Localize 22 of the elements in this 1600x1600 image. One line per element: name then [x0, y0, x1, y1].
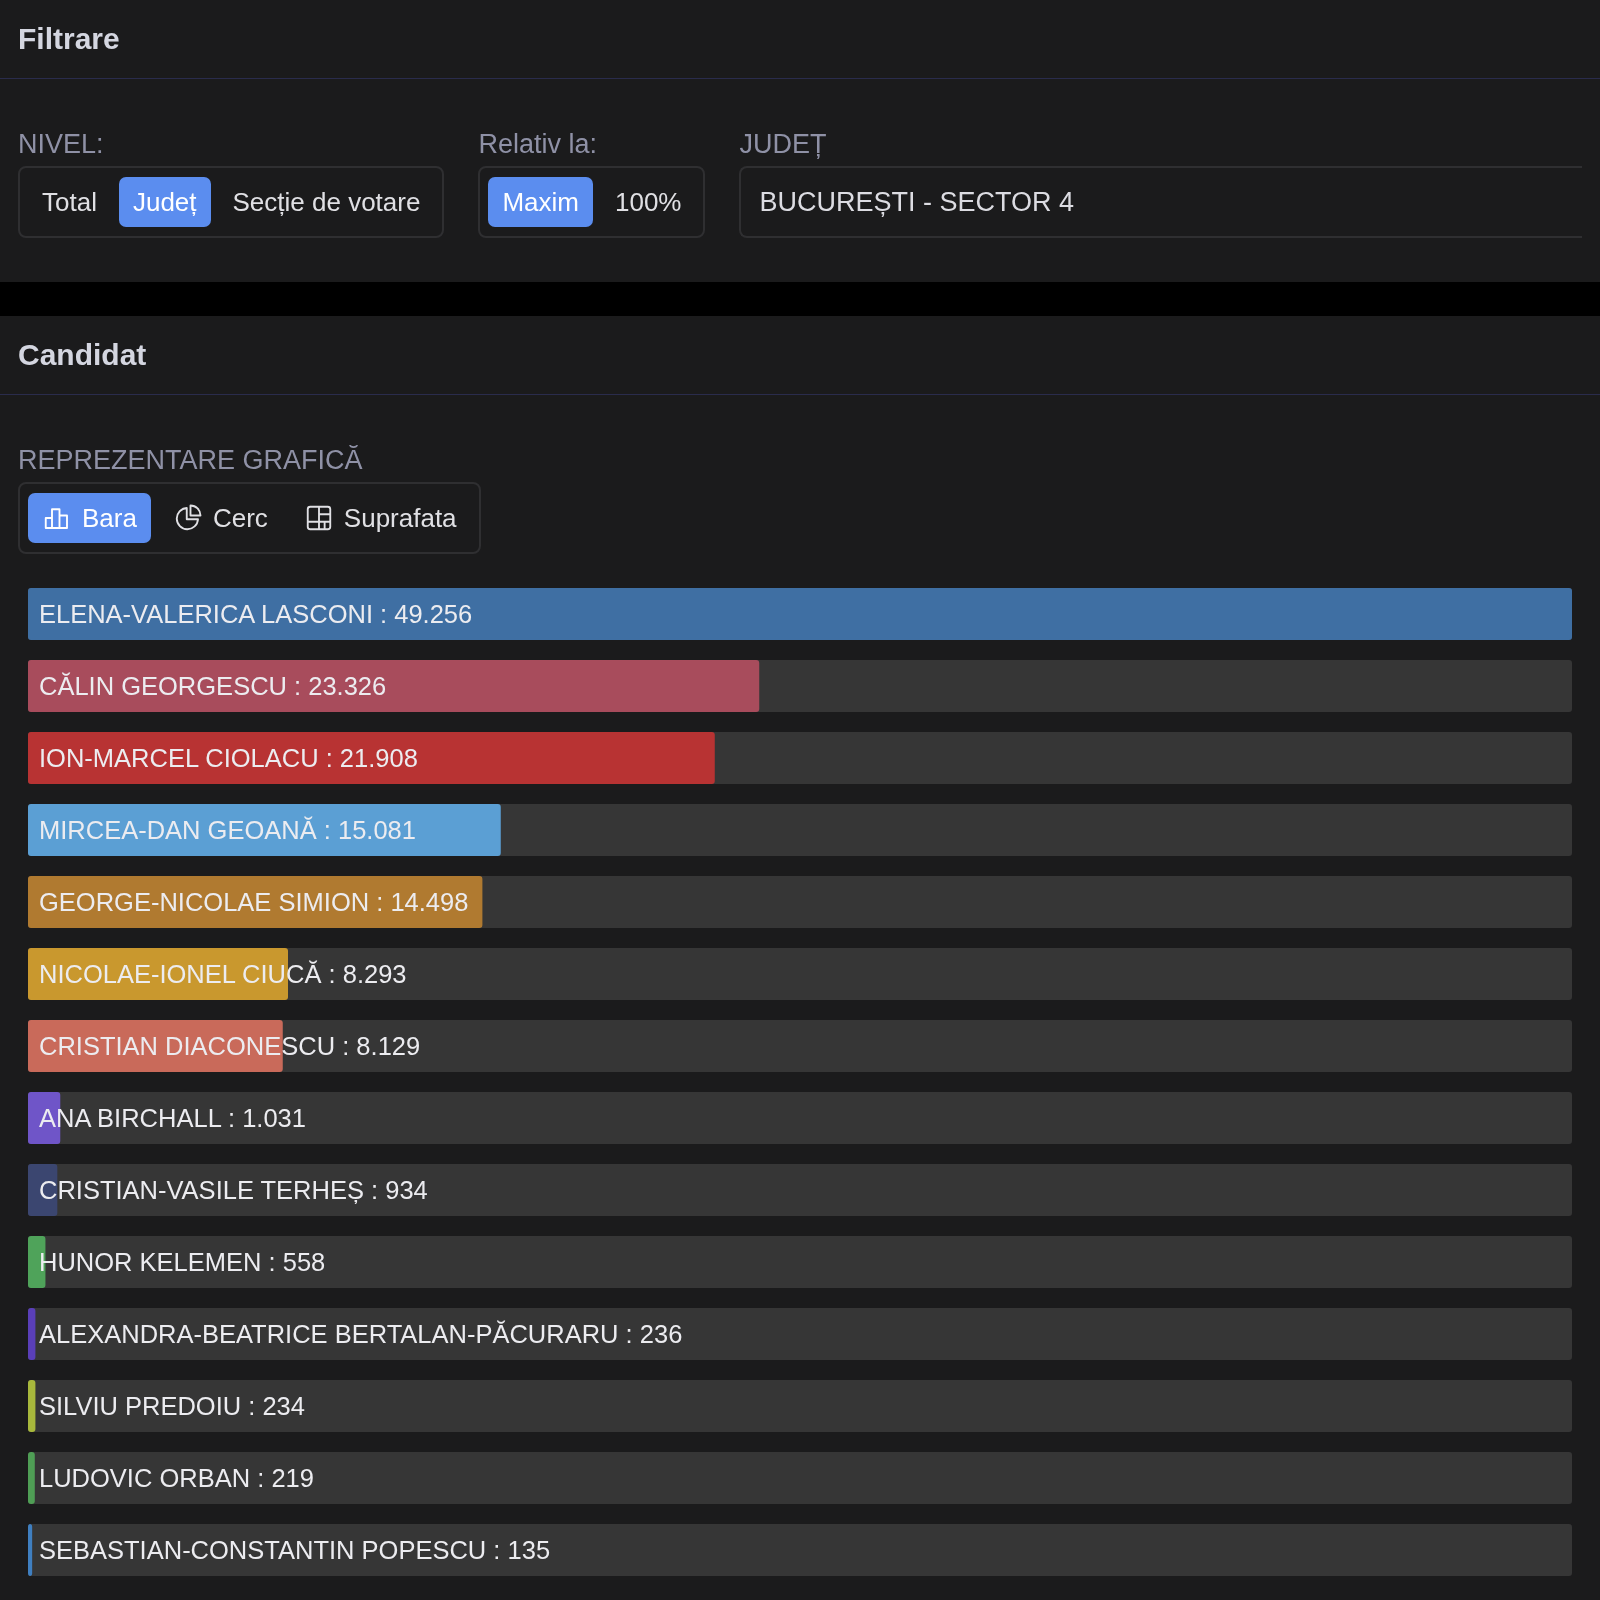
field-label: JUDEȚ: [739, 129, 828, 160]
segment-option[interactable]: Total: [28, 177, 111, 227]
field-label: NIVEL:: [18, 129, 105, 160]
section-title: Filtrare: [18, 22, 120, 56]
result-label: SILVIU PREDOIU : 234: [39, 1392, 305, 1420]
result-label: ALEXANDRA-BEATRICE BERTALAN-PĂCURARU : 236: [39, 1320, 683, 1348]
field-label: Relativ la:: [478, 129, 598, 160]
result-label: GEORGE-NICOLAE SIMION : 14.498: [39, 888, 469, 916]
county-select[interactable]: BUCUREȘTI - SECTOR 4: [739, 166, 1582, 238]
segment-option[interactable]: 100%: [601, 177, 696, 227]
segment-option[interactable]: Suprafata: [289, 493, 471, 543]
result-label: MIRCEA-DAN GEOANĂ : 15.081: [39, 816, 416, 844]
section-title: Candidat: [18, 338, 147, 372]
result-label: CĂLIN GEORGESCU : 23.326: [39, 672, 387, 700]
result-label: SEBASTIAN-CONSTANTIN POPESCU : 135: [39, 1536, 551, 1564]
result-label: LUDOVIC ORBAN : 219: [39, 1464, 314, 1492]
segment-option[interactable]: Cerc: [158, 493, 282, 543]
result-label: CRISTIAN-VASILE TERHEȘ : 934: [39, 1176, 428, 1204]
result-label: ELENA-VALERICA LASCONI : 49.256: [39, 600, 473, 628]
result-label: ION-MARCEL CIOLACU : 21.908: [39, 744, 418, 772]
field-label: REPREZENTARE GRAFICĂ: [18, 445, 364, 476]
segment-option[interactable]: Secție de votare: [218, 177, 435, 227]
